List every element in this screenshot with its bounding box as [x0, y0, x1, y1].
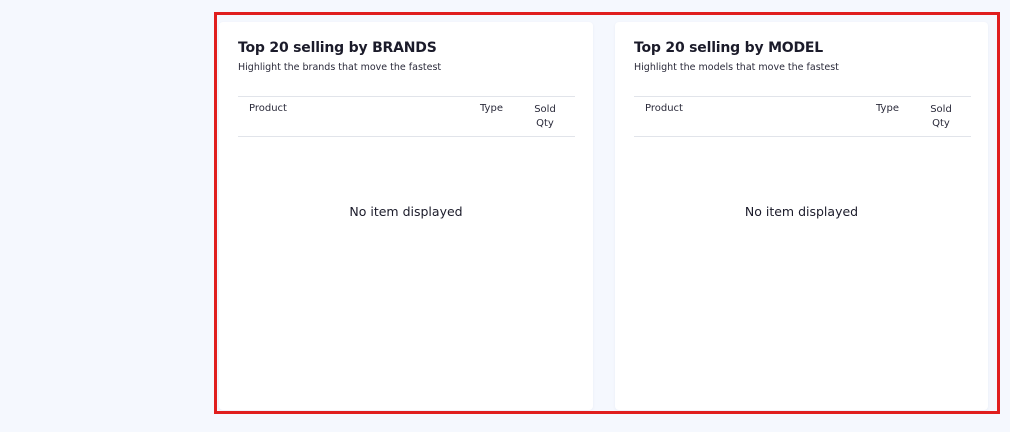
column-header-product[interactable]: Product	[645, 103, 683, 114]
card-title: Top 20 selling by MODEL	[634, 40, 824, 56]
empty-state-message: No item displayed	[744, 204, 859, 219]
empty-state-message: No item displayed	[349, 204, 463, 219]
column-header-sold-qty[interactable]: Sold Qty	[532, 103, 558, 131]
model-card: Top 20 selling by MODEL Highlight the mo…	[615, 22, 988, 410]
column-header-type[interactable]: Type	[876, 103, 899, 114]
card-subtitle: Highlight the models that move the faste…	[634, 62, 839, 73]
card-subtitle: Highlight the brands that move the faste…	[238, 62, 442, 73]
table-header: Product Type Sold Qty	[634, 96, 971, 137]
column-header-type[interactable]: Type	[480, 103, 503, 114]
column-header-sold-qty[interactable]: Sold Qty	[928, 103, 954, 131]
column-header-product[interactable]: Product	[249, 103, 287, 114]
table-header: Product Type Sold Qty	[238, 96, 575, 137]
brands-card: Top 20 selling by BRANDS Highlight the b…	[219, 22, 593, 410]
card-title: Top 20 selling by BRANDS	[238, 40, 437, 56]
